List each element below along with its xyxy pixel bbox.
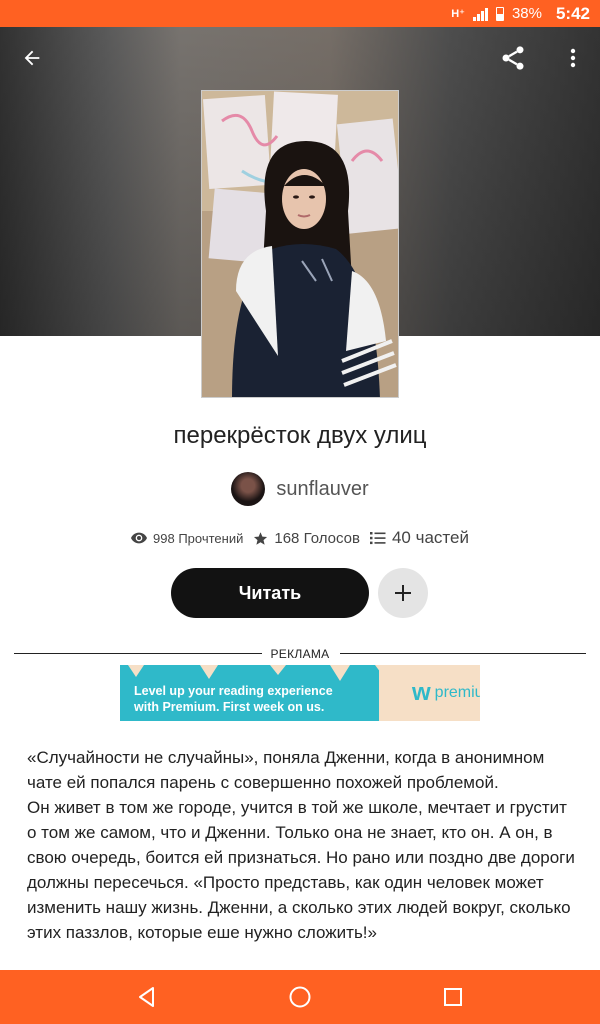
battery-icon (495, 6, 504, 21)
read-button[interactable]: Читать (171, 568, 369, 618)
wattpad-logo-icon: w (412, 679, 431, 706)
description-paragraph-2: Он живет в том же городе, учится в той ж… (27, 798, 575, 942)
author-row[interactable]: sunflauver (0, 472, 600, 506)
author-name[interactable]: sunflauver (276, 478, 368, 501)
battery-percent: 38% (511, 5, 542, 22)
author-avatar[interactable] (231, 472, 266, 506)
back-arrow-icon[interactable] (18, 44, 46, 72)
share-icon[interactable] (499, 44, 527, 72)
story-stats: 998 Прочтений 168 Голосов 40 частей (0, 528, 600, 548)
nav-recents-icon[interactable] (433, 977, 473, 1017)
nav-back-icon[interactable] (127, 977, 167, 1017)
nav-home-icon[interactable] (280, 977, 320, 1017)
system-nav-bar (0, 970, 600, 1024)
clock: 5:42 (555, 3, 590, 23)
description-paragraph-1: «Случайности не случайны», поняла Дженни… (27, 748, 545, 792)
reads-stat: 998 Прочтений (131, 531, 243, 546)
list-icon (369, 532, 386, 545)
more-vert-icon[interactable] (559, 44, 587, 72)
add-to-library-button[interactable] (378, 568, 428, 618)
reads-count: 998 Прочтений (153, 530, 244, 546)
ad-brand-name: premium (434, 684, 480, 701)
book-cover-image[interactable] (201, 90, 399, 398)
plus-icon (395, 585, 411, 601)
parts-stat[interactable]: 40 частей (369, 528, 469, 548)
network-indicator: H⁺ (451, 8, 465, 20)
ad-text-line-2: with Premium. First week on us. (134, 700, 325, 714)
votes-stat: 168 Голосов (253, 530, 360, 547)
ad-banner[interactable]: Level up your reading experience with Pr… (120, 665, 480, 721)
ad-label: РЕКЛАМА (270, 647, 330, 661)
ad-brand: w premium (412, 665, 480, 721)
ad-text-line-1: Level up your reading experience (134, 684, 333, 698)
ad-text: Level up your reading experience with Pr… (134, 683, 333, 715)
star-icon (254, 531, 268, 545)
story-title: перекрёсток двух улиц (173, 422, 427, 449)
parts-count[interactable]: 40 частей (392, 528, 469, 548)
status-bar: H⁺ 38% 5:42 (0, 0, 600, 27)
signal-icon (472, 7, 488, 21)
eye-icon (131, 532, 148, 544)
votes-count: 168 Голосов (274, 529, 360, 547)
story-description: «Случайности не случайны», поняла Дженни… (27, 745, 579, 945)
